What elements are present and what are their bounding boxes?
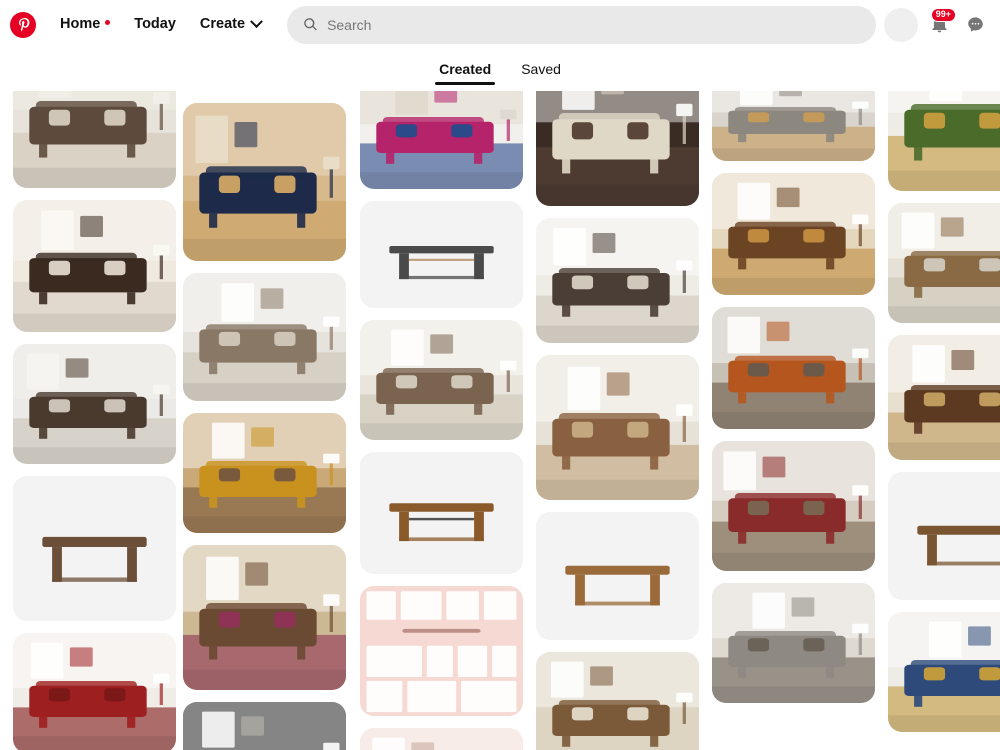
pin-image (360, 201, 523, 308)
pin-image (712, 441, 875, 571)
pin-formal-dining-display-cabinet[interactable] (183, 545, 346, 690)
pin-image (360, 586, 523, 716)
pin-image (183, 545, 346, 690)
pin-upholstered-dining-set[interactable] (360, 320, 523, 440)
pin-mothers-day-collage[interactable] (360, 586, 523, 716)
pin-living-room-lamp-side-table[interactable] (536, 218, 699, 343)
pin-image (888, 335, 1000, 460)
tab-saved[interactable]: Saved (519, 56, 563, 85)
pin-upholstered-bench-glass-table[interactable] (536, 652, 699, 750)
pin-dark-wood-bedroom-set[interactable] (13, 200, 176, 332)
search-input[interactable] (327, 16, 860, 33)
search-bar[interactable] (287, 5, 876, 44)
pin-modern-platform-bed[interactable] (183, 273, 346, 401)
pin-carved-dining-chandelier[interactable] (888, 335, 1000, 460)
pin-gray-sectional-fireplace-dog[interactable] (712, 583, 875, 703)
pinterest-logo[interactable] (10, 11, 36, 38)
pin-image (183, 103, 346, 261)
pin-gray-swivel-chairs-pair[interactable] (360, 201, 523, 308)
messages-icon (967, 17, 983, 32)
pin-image (183, 413, 346, 533)
tab-created[interactable]: Created (435, 56, 496, 85)
pin-image (183, 702, 346, 750)
pin-bottom-cut-3[interactable] (360, 728, 523, 750)
app-header: Home Today Create 99+ (0, 0, 1000, 49)
pin-tufted-settee-gold-table[interactable] (183, 103, 346, 261)
messages-button[interactable] (958, 8, 992, 42)
pin-image (13, 200, 176, 332)
pin-masonry-grid[interactable] (0, 91, 1000, 750)
avatar[interactable] (884, 7, 918, 42)
pin-traditional-dining-china-cabinet[interactable] (712, 173, 875, 295)
pin-campaign-writing-desk[interactable] (360, 452, 523, 574)
tab-saved-label: Saved (521, 60, 561, 77)
header-actions: 99+ (884, 7, 992, 42)
pin-image (536, 91, 699, 206)
pin-image (888, 203, 1000, 323)
pin-white-tufted-bench-art[interactable] (360, 91, 523, 189)
nav-item-today[interactable]: Today (122, 10, 188, 39)
pin-image (13, 344, 176, 464)
pin-image (360, 320, 523, 440)
pin-dining-room-oval-back-chairs[interactable] (13, 344, 176, 464)
nav-item-home-label: Home (60, 16, 101, 33)
pin-image (536, 355, 699, 500)
pin-red-leather-sofa[interactable] (13, 633, 176, 750)
pin-image (360, 728, 523, 750)
pin-column-5 (712, 91, 875, 715)
profile-tabs: Created Saved (0, 49, 1000, 91)
pin-image (712, 91, 875, 161)
nav-item-home[interactable]: Home (48, 10, 122, 39)
pin-image (13, 91, 176, 188)
pin-image (183, 273, 346, 401)
pin-image (712, 583, 875, 703)
pin-dining-chandelier-loft[interactable] (712, 441, 875, 571)
pin-trestle-writing-desk[interactable] (13, 476, 176, 621)
pin-gray-sofa-dog-rug[interactable] (712, 91, 875, 161)
pin-image (360, 91, 523, 189)
pin-column-1 (13, 91, 176, 750)
pin-coffee-table-cream-sofa[interactable] (13, 91, 176, 188)
pin-image (536, 218, 699, 343)
search-icon (304, 18, 317, 31)
tab-created-label: Created (439, 60, 492, 77)
nav-item-today-label: Today (134, 16, 176, 33)
pin-image (536, 512, 699, 640)
pin-image (712, 307, 875, 429)
home-notification-dot (105, 19, 111, 25)
pin-leather-sectional-recliner[interactable] (536, 91, 699, 206)
pin-column-2 (183, 91, 346, 750)
pin-column-3 (360, 91, 523, 750)
pin-image (888, 91, 1000, 191)
pin-white-chairs-blue-art[interactable] (888, 612, 1000, 732)
pin-glass-top-farm-table[interactable] (536, 512, 699, 640)
pin-column-6 (888, 91, 1000, 744)
pin-industrial-loft-bedroom[interactable] (712, 307, 875, 429)
pin-dining-room-bookcase-wall[interactable] (536, 355, 699, 500)
notifications-button[interactable]: 99+ (922, 7, 956, 42)
nav-item-create-label: Create (199, 16, 246, 33)
notifications-badge: 99+ (930, 7, 956, 23)
pin-image (712, 173, 875, 295)
pin-green-velvet-sofa-sunburst[interactable] (888, 91, 1000, 191)
pin-console-table-product[interactable] (888, 472, 1000, 600)
pin-image (360, 452, 523, 574)
pin-image (536, 652, 699, 750)
pin-image (13, 476, 176, 621)
pin-column-4 (536, 91, 699, 750)
chevron-down-icon (250, 15, 263, 29)
pin-image (888, 612, 1000, 732)
pin-bottom-cut-2[interactable] (183, 702, 346, 750)
pin-image (13, 633, 176, 750)
pin-slatted-headboard-bedroom[interactable] (888, 203, 1000, 323)
nav-item-create[interactable]: Create (188, 10, 273, 39)
pin-writing-desk-sunburst-mirror[interactable] (183, 413, 346, 533)
pin-image (888, 472, 1000, 600)
